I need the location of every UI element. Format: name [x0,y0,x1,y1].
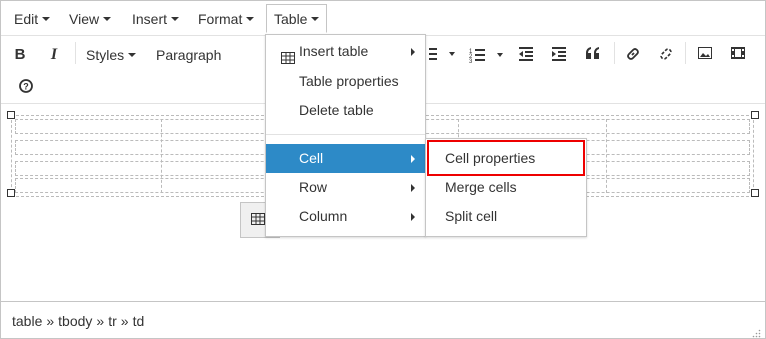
table-column-divider [606,119,607,193]
paragraph-dropdown[interactable]: Paragraph [156,41,264,69]
menu-edit-label: Edit [14,11,39,27]
help-icon: ? [19,79,33,93]
menu-item-row[interactable]: Row [266,173,425,202]
menu-view[interactable]: View [61,4,119,33]
menu-item-delete-table[interactable]: Delete table [266,96,425,125]
path-separator: » [46,313,55,329]
image-button[interactable] [693,41,717,69]
chevron-right-icon [411,155,415,163]
menu-table[interactable]: Table [266,4,328,33]
film-icon [731,47,745,59]
chevron-down-icon [311,17,320,22]
path-separator: » [120,313,129,329]
resize-handle-bottom-right[interactable] [751,189,759,197]
outdent-button[interactable] [514,41,538,69]
resize-handle-top-right[interactable] [751,111,759,119]
menu-format[interactable]: Format [190,4,262,33]
statusbar: table» tbody» tr» td [1,301,765,338]
paragraph-label: Paragraph [156,47,222,63]
toolbar-divider [685,42,686,64]
menu-item-label: Split cell [445,208,498,224]
path-item-tr[interactable]: tr [108,313,117,329]
menu-item-label: Row [299,179,328,195]
chevron-right-icon [411,213,415,221]
chevron-down-icon [171,17,180,22]
styles-label: Styles [86,47,125,63]
toolbar-divider [75,42,76,64]
highlight-box [427,140,585,176]
svg-text:?: ? [23,82,29,92]
path-item-td[interactable]: td [133,313,145,329]
resize-handle-top-left[interactable] [7,111,15,119]
svg-text:3: 3 [469,59,473,63]
menu-insert-label: Insert [132,11,168,27]
chevron-right-icon [411,184,415,192]
menubar: Edit View Insert Format Table [1,1,765,36]
menu-format-label: Format [198,11,243,27]
resize-handle-bottom-left[interactable] [7,189,15,197]
menu-item-split-cell[interactable]: Split cell [426,202,586,231]
path-separator: » [96,313,105,329]
menu-insert[interactable]: Insert [124,4,187,33]
chevron-down-icon [103,17,112,22]
blockquote-button[interactable] [581,41,605,69]
editor-resize-grip-icon[interactable] [752,325,761,338]
menu-edit[interactable]: Edit [6,4,58,33]
numbered-list-button[interactable]: 123 [467,41,505,69]
chevron-down-icon [246,17,255,22]
menu-item-label: Table properties [299,73,399,89]
italic-button[interactable]: I [41,41,67,69]
path-item-tbody[interactable]: tbody [58,313,92,329]
table-menu: Insert table Table properties Delete tab… [265,34,426,237]
media-button[interactable] [726,41,750,69]
menu-item-column[interactable]: Column [266,202,425,231]
styles-dropdown[interactable]: Styles [86,41,146,69]
bullet-list-icon [429,48,455,60]
menu-divider [266,134,425,135]
outdent-icon [519,47,533,61]
menu-item-table-properties[interactable]: Table properties [266,67,425,96]
unlink-icon [660,48,672,60]
toolbar-divider [614,42,615,64]
chevron-down-icon [42,17,51,22]
path-item-table[interactable]: table [12,313,42,329]
chevron-down-icon [128,53,137,58]
bullet-list-button[interactable] [425,41,459,69]
menu-item-label: Cell [299,150,324,166]
indent-icon [552,47,566,61]
menu-item-label: Merge cells [445,179,517,195]
menu-item-cell[interactable]: Cell [266,144,425,173]
indent-button[interactable] [547,41,571,69]
help-button[interactable]: ? [13,73,39,101]
menu-item-label: Column [299,208,348,224]
menu-item-insert-table[interactable]: Insert table [266,37,425,66]
link-icon [627,48,639,60]
menu-item-merge-cells[interactable]: Merge cells [426,173,586,202]
image-icon [698,47,712,59]
unlink-button[interactable] [654,41,678,69]
chevron-right-icon [411,48,415,56]
bold-button[interactable]: B [7,41,33,69]
menu-item-label: Delete table [299,102,374,118]
element-path: table» tbody» tr» td [12,313,144,329]
table-icon[interactable] [251,212,265,228]
table-column-divider [161,119,162,193]
menu-table-label: Table [274,11,308,27]
link-button[interactable] [621,41,645,69]
menu-view-label: View [69,11,100,27]
numbered-list-icon: 123 [469,49,503,63]
quote-icon [586,47,599,59]
menu-item-label: Insert table [299,43,369,59]
